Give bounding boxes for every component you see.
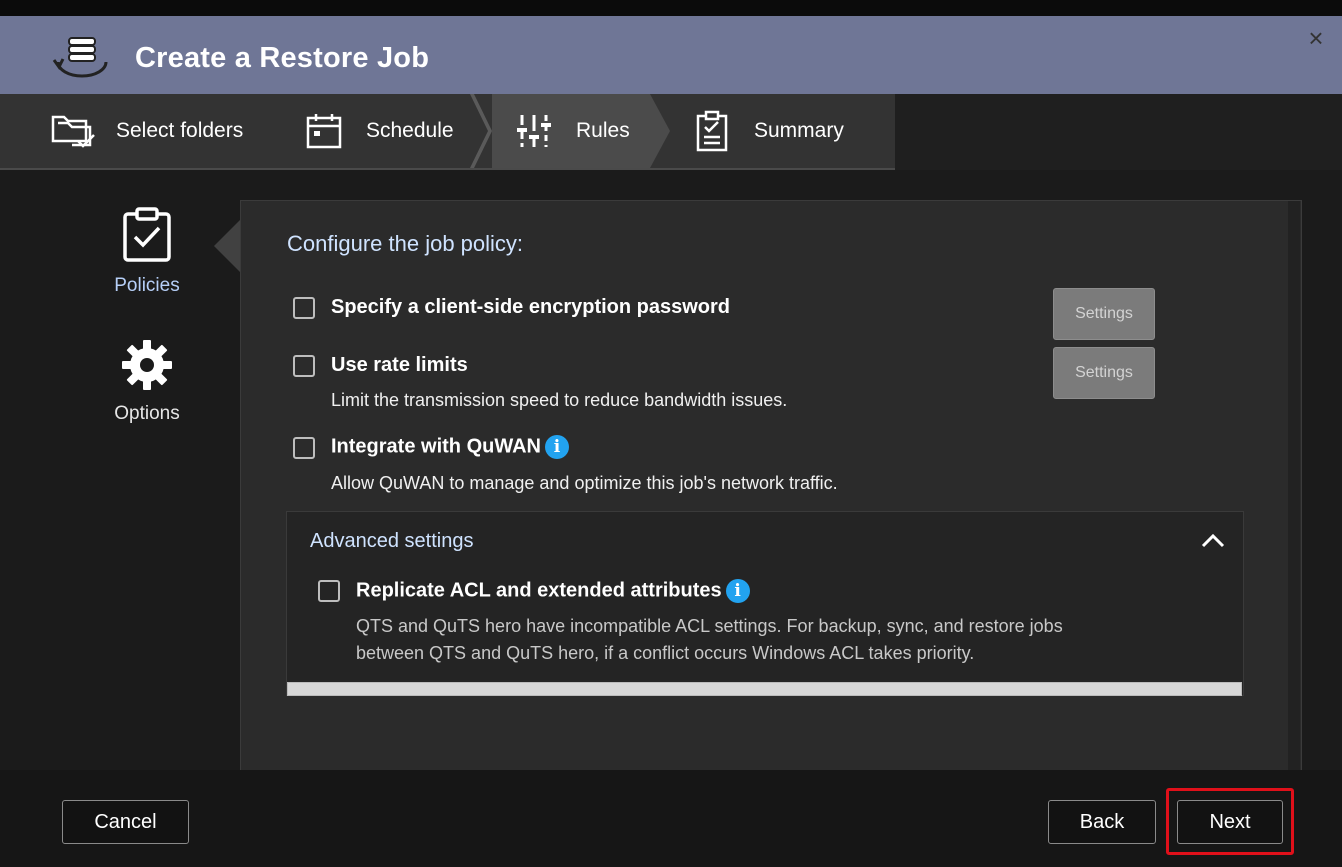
window-title: Create a Restore Job (135, 42, 430, 74)
restore-job-icon (52, 36, 112, 80)
step-active-arrow-icon (650, 94, 670, 168)
option-description: Limit the transmission speed to reduce b… (331, 390, 788, 410)
option-title-quwan: Integrate with QuWAN i (331, 435, 569, 459)
back-button[interactable]: Back (1048, 800, 1156, 844)
quwan-checkbox[interactable] (293, 437, 315, 459)
option-title: Specify a client-side encryption passwor… (331, 296, 731, 318)
chevron-up-icon[interactable] (1199, 530, 1227, 552)
encryption-settings-button[interactable]: Settings (1053, 288, 1155, 340)
horizontal-scrollbar[interactable] (287, 682, 1242, 696)
step-label: Select folders (116, 119, 244, 142)
policy-panel: Configure the job policy: Specify a clie… (240, 200, 1302, 772)
gear-icon (82, 338, 212, 397)
step-schedule[interactable]: Schedule (300, 94, 454, 168)
wizard-steps: Select folders Schedule Rules Summary (0, 94, 1342, 170)
step-summary[interactable]: Summary (688, 94, 844, 168)
calendar-icon (300, 110, 348, 152)
info-icon[interactable]: i (545, 435, 569, 459)
step-rules[interactable]: Rules (510, 94, 630, 168)
clipboard-check-icon (82, 206, 212, 269)
panel-scrollbar-track[interactable] (1288, 201, 1300, 771)
step-label: Rules (576, 119, 630, 142)
sidebar-item-options[interactable]: Options (82, 338, 212, 425)
advanced-settings-title[interactable]: Advanced settings (310, 530, 473, 553)
clipboard-list-icon (688, 110, 736, 152)
option-title: Use rate limits (331, 354, 468, 376)
step-separator-icon (470, 94, 492, 168)
background-strip (0, 0, 1342, 16)
rate-limits-checkbox[interactable] (293, 355, 315, 377)
sidebar-item-label: Policies (114, 275, 180, 296)
title-bar: Create a Restore Job × (0, 16, 1342, 94)
advanced-settings-section: Advanced settings Replicate ACL and exte… (286, 511, 1244, 696)
encryption-password-checkbox[interactable] (293, 297, 315, 319)
option-description: QTS and QuTS hero have incompatible ACL … (356, 616, 1063, 636)
step-label: Summary (754, 119, 844, 142)
panel-heading: Configure the job policy: (287, 231, 524, 256)
rate-limits-settings-button[interactable]: Settings (1053, 347, 1155, 399)
sidebar-item-policies[interactable]: Policies (82, 206, 212, 297)
step-label: Schedule (366, 119, 454, 142)
sidebar-item-label: Options (114, 403, 180, 424)
option-title-acl: Replicate ACL and extended attributes i (356, 579, 750, 603)
option-description: between QTS and QuTS hero, if a conflict… (356, 643, 975, 663)
close-icon[interactable]: × (1302, 24, 1330, 52)
panel-pointer (214, 220, 240, 272)
main-area: Policies Options Configure the job polic… (0, 170, 1342, 867)
option-title: Replicate ACL and extended attributes (356, 579, 722, 602)
cancel-button[interactable]: Cancel (62, 800, 189, 844)
sliders-icon (510, 110, 558, 152)
next-button-highlight (1166, 788, 1294, 855)
step-select-folders[interactable]: Select folders (50, 94, 243, 168)
option-title: Integrate with QuWAN (331, 435, 541, 458)
replicate-acl-checkbox[interactable] (318, 580, 340, 602)
info-icon[interactable]: i (725, 579, 750, 603)
option-description: Allow QuWAN to manage and optimize this … (331, 473, 838, 493)
folders-check-icon (50, 110, 98, 152)
